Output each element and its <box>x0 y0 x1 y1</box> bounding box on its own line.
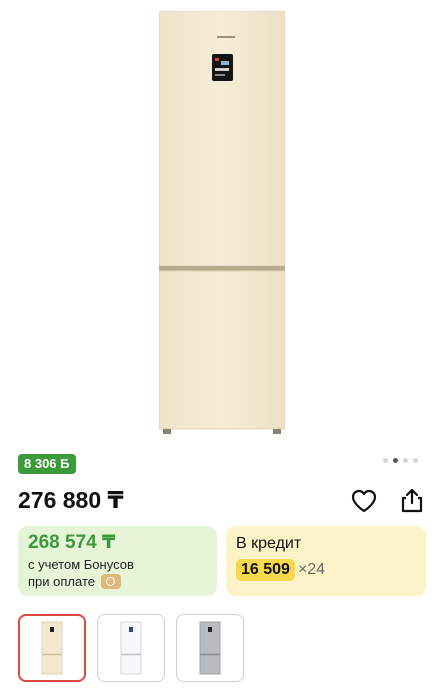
fridge-beige-icon <box>41 621 63 675</box>
fridge-white-icon <box>120 621 142 675</box>
bonus-price: 268 574 ₸ <box>28 532 116 553</box>
bonus-coin-icon <box>100 574 121 589</box>
bonus-description: с учетом Бонусов при оплате <box>28 556 207 590</box>
gallery-dot-active[interactable] <box>393 458 398 463</box>
credit-row: 16 509 ×24 <box>236 559 416 581</box>
credit-monthly-amount: 16 509 <box>236 559 295 581</box>
bonus-points-text: 8 306 Б <box>24 456 70 471</box>
credit-months: ×24 <box>297 561 326 578</box>
color-variant-thumbnails <box>18 614 244 682</box>
price-row: 276 880 ₸ <box>18 484 426 518</box>
share-icon <box>401 488 423 513</box>
share-button[interactable] <box>398 486 426 514</box>
product-price: 276 880 ₸ <box>18 487 124 513</box>
bonus-line-1: с учетом Бонусов <box>28 557 134 572</box>
gallery-dot[interactable] <box>383 458 388 463</box>
gallery-dot[interactable] <box>403 458 408 463</box>
bonus-points-badge: 8 306 Б <box>18 454 76 474</box>
credit-offer-card[interactable]: В кредит 16 509 ×24 <box>226 526 426 596</box>
bonus-line-2-row: при оплате <box>28 573 207 590</box>
product-image-gallery[interactable] <box>0 0 444 463</box>
gallery-dot[interactable] <box>413 458 418 463</box>
bonus-line-2: при оплате <box>28 574 95 589</box>
gallery-pagination <box>383 458 418 463</box>
bonus-price-card[interactable]: 268 574 ₸ с учетом Бонусов при оплате <box>18 526 217 596</box>
product-image-fridge[interactable] <box>159 11 285 435</box>
fridge-silver-icon <box>199 621 221 675</box>
variant-thumb-silver[interactable] <box>176 614 244 682</box>
heart-icon <box>351 489 377 513</box>
credit-title: В кредит <box>236 535 302 552</box>
variant-thumb-white[interactable] <box>97 614 165 682</box>
favorite-button[interactable] <box>350 487 378 515</box>
variant-thumb-beige[interactable] <box>18 614 86 682</box>
